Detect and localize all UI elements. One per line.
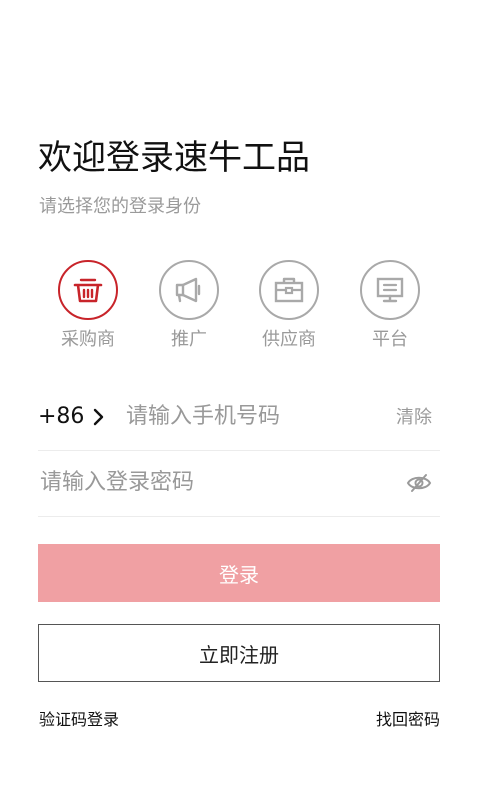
basket-icon [73,278,103,303]
role-promotion[interactable]: 推广 [139,260,239,360]
role-supplier[interactable]: 供应商 [239,260,339,360]
sms-login-link[interactable]: 验证码登录 [39,709,119,731]
clear-button[interactable]: 清除 [396,406,432,430]
chevron-right-icon [94,408,104,426]
role-purchaser-label: 采购商 [61,329,115,350]
password-field [38,450,440,517]
country-code-selector[interactable]: +86 [38,402,106,432]
role-purchaser-circle [58,260,118,320]
forgot-password-link[interactable]: 找回密码 [376,709,440,731]
page-subtitle: 请选择您的登录身份 [39,196,201,217]
role-promotion-circle [159,260,219,320]
register-button[interactable]: 立即注册 [38,624,440,682]
role-platform-circle [360,260,420,320]
eye-hidden-icon[interactable] [406,470,432,496]
login-page: 欢迎登录速牛工品 请选择您的登录身份 采购商 推广 供应商 平台 +86 请输入… [0,0,480,800]
country-code: +86 [38,404,85,429]
role-promotion-label: 推广 [171,329,207,350]
phone-field: +86 清除 [38,384,440,451]
megaphone-icon [175,277,201,303]
role-purchaser[interactable]: 采购商 [38,260,138,360]
briefcase-icon [274,277,304,303]
role-platform-label: 平台 [372,329,408,350]
phone-input[interactable] [126,402,376,432]
role-supplier-circle [259,260,319,320]
login-button[interactable]: 登录 [38,544,440,602]
page-title: 欢迎登录速牛工品 [38,138,310,178]
monitor-icon [376,277,404,303]
password-input[interactable] [40,468,390,498]
role-selector: 采购商 推广 供应商 平台 [0,260,480,360]
role-platform[interactable]: 平台 [340,260,440,360]
role-supplier-label: 供应商 [262,329,316,350]
